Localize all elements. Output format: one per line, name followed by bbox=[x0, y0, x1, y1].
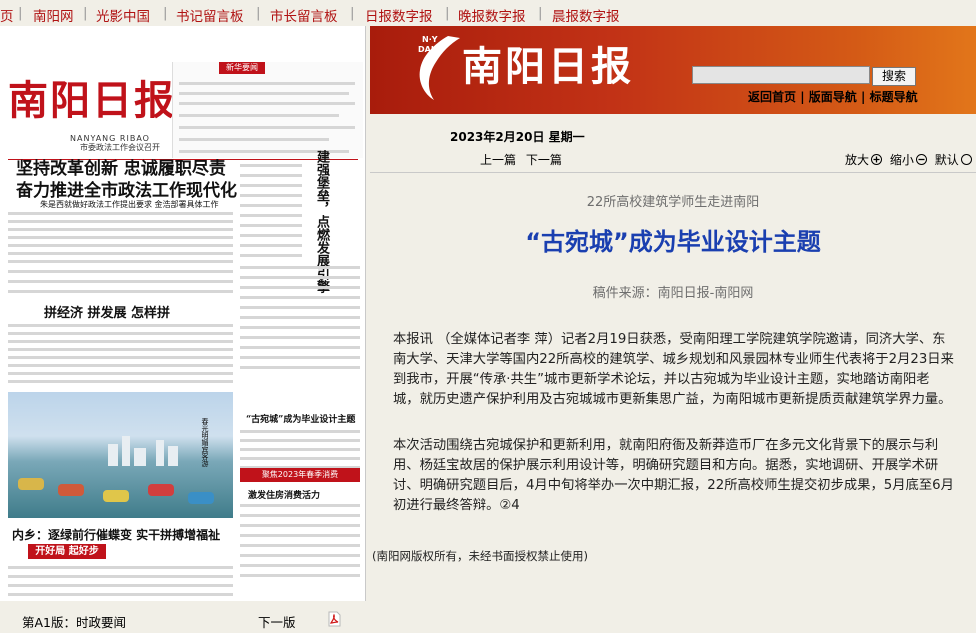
article-panel: 2023年2月20日 星期一 上一篇 下一篇 放大 缩小 默认 22所高校建筑学… bbox=[370, 114, 976, 633]
paper-photo-caption: 春光明媚宾客游 bbox=[201, 418, 209, 467]
paper-lower-headline[interactable]: 内乡：逐绿前行催蝶变 实干拼搏增福祉 bbox=[12, 526, 220, 543]
article-paragraph-2: 本次活动围绕古宛城保护和更新利用，就南阳府衙及新莽造币厂在多元文化背景下的展示与… bbox=[393, 438, 954, 513]
paper-box-heading[interactable]: “古宛城”成为毕业设计主题 bbox=[246, 412, 355, 425]
zoom-in-icon[interactable] bbox=[871, 154, 883, 165]
nav-link-daily-digital[interactable]: 日报数字报 bbox=[365, 5, 433, 25]
paper-lower-tag: 开好局 起好步 bbox=[28, 544, 106, 559]
paper-headline-kicker: 市委政法工作会议召开 bbox=[80, 143, 160, 152]
prev-article-link[interactable]: 上一篇 bbox=[480, 153, 516, 167]
site-logo-text[interactable]: 南阳日报 bbox=[462, 34, 634, 92]
paper-headline-sub: 朱是西就做好政法工作提出要求 金浩部署具体工作 bbox=[40, 200, 219, 209]
zoom-default-label[interactable]: 默认 bbox=[935, 153, 959, 167]
paper-news-column: 新华要闻 bbox=[172, 62, 363, 158]
nav-link-evening-digital[interactable]: 晚报数字报 bbox=[458, 5, 526, 25]
nav-home-link[interactable]: 返回首页 bbox=[748, 90, 796, 104]
search-button[interactable]: 搜索 bbox=[872, 67, 916, 86]
article-title: “古宛城”成为毕业设计主题 bbox=[525, 228, 821, 256]
article-source: 稿件来源：南阳日报-南阳网 bbox=[592, 286, 754, 301]
paper-ad-title[interactable]: 激发住房消费活力 bbox=[248, 488, 320, 501]
svg-text:N·Y: N·Y bbox=[422, 35, 438, 44]
paper-headline-2[interactable]: 奋力推进全市政法工作现代化 bbox=[16, 176, 237, 201]
next-page-link[interactable]: 下一版 bbox=[258, 612, 296, 631]
paper-column-tag: 新华要闻 bbox=[219, 62, 265, 74]
nav-title-link[interactable]: 标题导航 bbox=[870, 90, 918, 104]
site-banner: N·Y DAILY 南阳日报 搜索 返回首页 | 版面导航 | 标题导航 bbox=[370, 26, 976, 114]
nav-link-mayor-board[interactable]: 市长留言板 bbox=[270, 5, 338, 25]
search-input[interactable] bbox=[692, 66, 870, 84]
paper-side-headline[interactable]: 建强堡垒，点燃发展引擎 bbox=[312, 150, 331, 293]
page-footer-bar: 第A1版：时政要闻 下一版 bbox=[0, 601, 370, 633]
nav-link-morning-digital[interactable]: 晨报数字报 bbox=[552, 5, 620, 25]
zoom-out-icon[interactable] bbox=[915, 154, 927, 165]
copyright-notice: (南阳网版权所有，未经书面授权禁止使用) bbox=[372, 549, 588, 563]
zoom-out-label[interactable]: 缩小 bbox=[890, 153, 914, 167]
issue-date: 2023年2月20日 星期一 bbox=[450, 130, 585, 144]
nav-link-secretary-board[interactable]: 书记留言板 bbox=[176, 5, 244, 25]
article-pager: 上一篇 下一篇 bbox=[480, 151, 562, 168]
paper-ad-band: 聚焦2023年春季消费 bbox=[240, 468, 360, 482]
zoom-in-label[interactable]: 放大 bbox=[845, 153, 869, 167]
header-divider bbox=[370, 172, 976, 173]
article-paragraph-1: 本报讯 （全媒体记者李 萍）记者2月19日获悉，受南阳理工学院建筑学院邀请，同济… bbox=[393, 332, 954, 407]
paper-section-head[interactable]: 拼经济 拼发展 怎样拼 bbox=[44, 302, 170, 321]
pdf-icon[interactable] bbox=[328, 611, 341, 627]
newspaper-logo-icon[interactable]: N·Y DAILY bbox=[404, 30, 464, 102]
nav-layout-link[interactable]: 版面导航 bbox=[809, 90, 857, 104]
next-article-link[interactable]: 下一篇 bbox=[526, 153, 562, 167]
banner-nav: 返回首页 | 版面导航 | 标题导航 bbox=[748, 90, 918, 104]
zoom-default-icon[interactable] bbox=[960, 154, 972, 165]
article-subtitle: 22所高校建筑学师生走进南阳 bbox=[586, 195, 760, 210]
nav-link-nanyangwang[interactable]: 南阳网 bbox=[33, 5, 74, 25]
current-page-label: 第A1版：时政要闻 bbox=[22, 615, 127, 630]
newspaper-page-image[interactable]: 南阳日报 NANYANG RIBAO 新华要闻 市委政法工作会议召开 坚持改革创… bbox=[0, 26, 366, 601]
paper-masthead: 南阳日报 bbox=[8, 77, 176, 124]
nav-link-page[interactable]: 页 bbox=[0, 5, 14, 25]
font-zoom-controls: 放大 缩小 默认 bbox=[845, 151, 972, 168]
nav-link-guangying[interactable]: 光影中国 bbox=[96, 5, 150, 25]
top-nav: 页 | 南阳网 | 光影中国 | 书记留言板 | 市长留言板 | 日报数字报 |… bbox=[0, 0, 976, 26]
